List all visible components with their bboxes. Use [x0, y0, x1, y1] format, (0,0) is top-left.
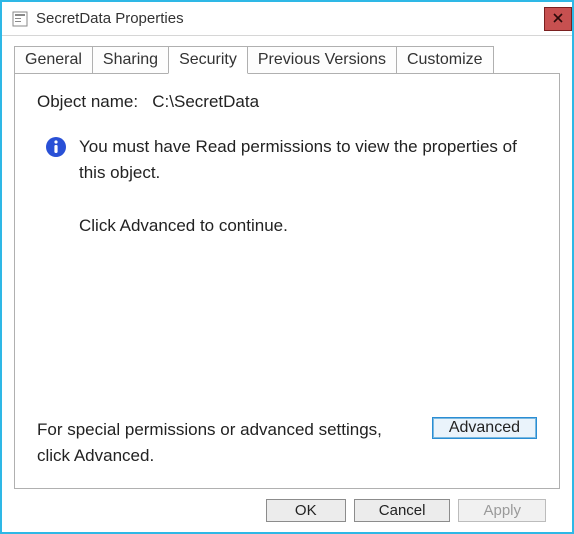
properties-dialog: SecretData Properties General Sharing Se…: [0, 0, 574, 534]
security-panel: Object name: C:\SecretData You must have…: [14, 73, 560, 489]
object-name-line: Object name: C:\SecretData: [37, 92, 537, 112]
tab-previous-versions[interactable]: Previous Versions: [247, 46, 397, 74]
tabstrip: General Sharing Security Previous Versio…: [14, 46, 560, 74]
object-name-label: Object name:: [37, 92, 138, 111]
advanced-hint: For special permissions or advanced sett…: [37, 417, 397, 468]
ok-button[interactable]: OK: [266, 499, 346, 522]
info-text: You must have Read permissions to view t…: [79, 134, 537, 239]
titlebar-left: SecretData Properties: [12, 10, 184, 27]
advanced-button[interactable]: Advanced: [432, 417, 537, 439]
client-area: General Sharing Security Previous Versio…: [2, 36, 572, 532]
info-message-2: Click Advanced to continue.: [79, 213, 537, 239]
app-icon: [12, 11, 28, 27]
info-block: You must have Read permissions to view t…: [37, 134, 537, 239]
dialog-buttons: OK Cancel Apply: [14, 489, 560, 532]
window-title: SecretData Properties: [36, 10, 184, 27]
tab-customize[interactable]: Customize: [396, 46, 494, 74]
apply-button: Apply: [458, 499, 546, 522]
info-icon: [45, 136, 67, 158]
titlebar: SecretData Properties: [2, 2, 572, 36]
close-icon: [553, 11, 563, 26]
info-message-1: You must have Read permissions to view t…: [79, 134, 537, 185]
close-button[interactable]: [544, 7, 572, 31]
tab-sharing[interactable]: Sharing: [92, 46, 169, 74]
cancel-button[interactable]: Cancel: [354, 499, 451, 522]
tab-security[interactable]: Security: [168, 46, 248, 74]
advanced-row: For special permissions or advanced sett…: [37, 417, 537, 468]
tab-general[interactable]: General: [14, 46, 93, 74]
object-name-value: C:\SecretData: [152, 92, 259, 111]
